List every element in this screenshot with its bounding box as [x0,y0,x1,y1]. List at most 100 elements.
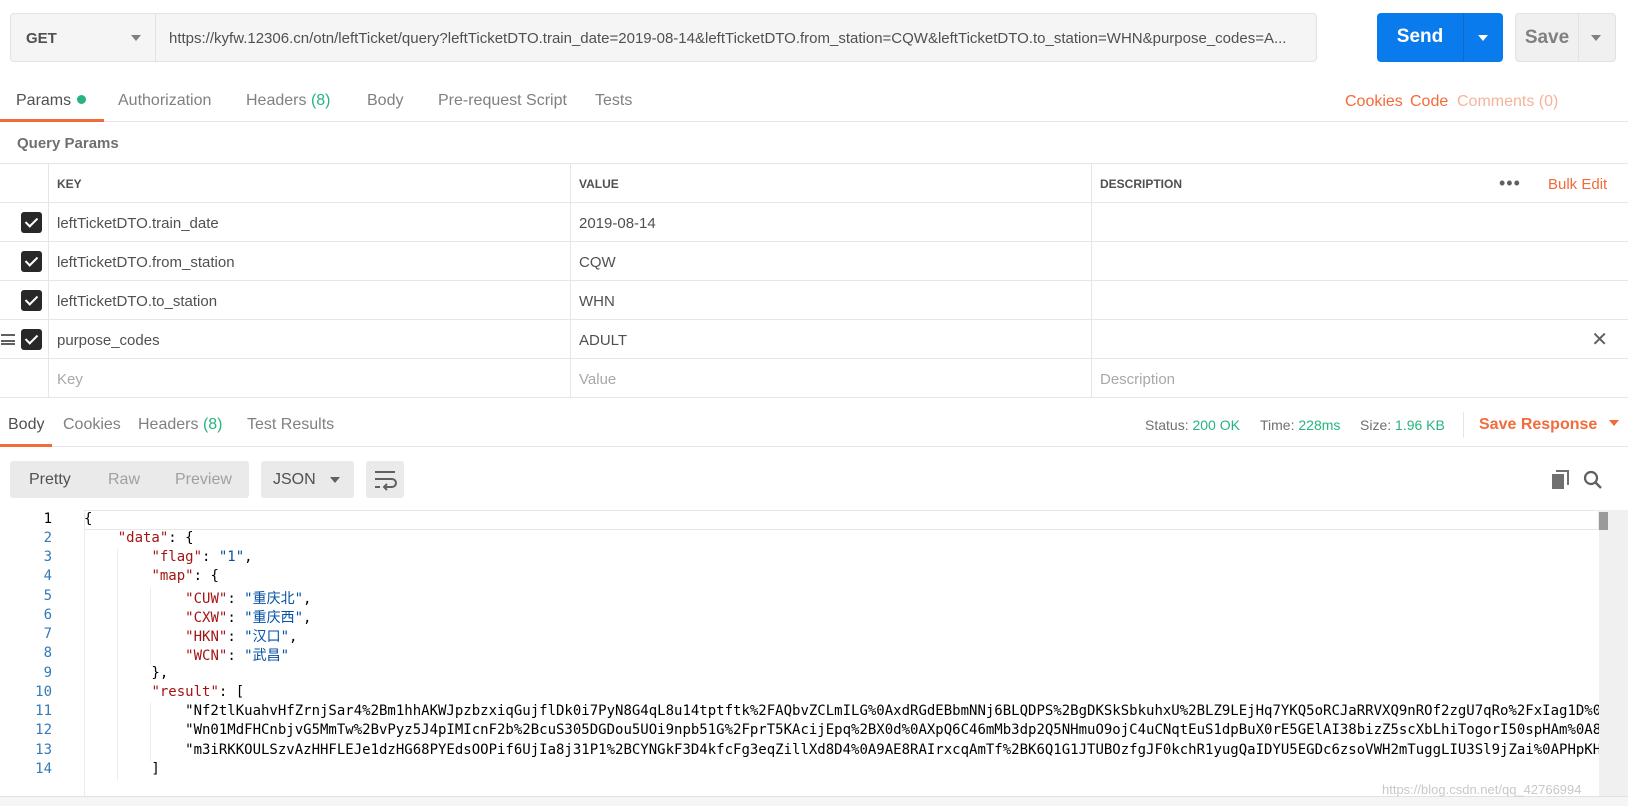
param-checkbox[interactable] [21,212,42,233]
language-label: JSON [273,471,316,488]
param-key[interactable]: leftTicketDTO.from_station [48,242,570,280]
line-number: 10 [35,684,52,700]
request-bar: GET https://kyfw.12306.cn/otn/leftTicket… [10,13,1616,62]
params-header-row: KEY VALUE DESCRIPTION ••• Bulk Edit [0,163,1628,203]
param-value[interactable]: WHN [570,281,1091,319]
save-button[interactable]: Save [1515,13,1616,62]
save-response-label: Save Response [1479,416,1598,433]
editor-scrollbar[interactable] [1599,510,1628,796]
more-options-icon[interactable]: ••• [1499,173,1521,194]
method-select[interactable]: GET [10,13,156,62]
wrap-lines-icon [375,471,397,491]
param-key[interactable]: leftTicketDTO.to_station [48,281,570,319]
code-line: "CUW": "重庆北", [185,591,312,607]
delete-param-icon[interactable]: ✕ [1591,327,1608,352]
meta-divider [1463,412,1464,438]
size-value[interactable]: 1.96 KB [1395,417,1445,433]
status-readout: Status: 200 OK [1145,417,1240,433]
param-checkbox[interactable] [21,290,42,311]
copy-icon[interactable] [1551,470,1569,490]
url-input[interactable]: https://kyfw.12306.cn/otn/leftTicket/que… [155,13,1317,62]
language-select[interactable]: JSON [261,461,354,498]
line-number: 7 [43,626,52,642]
tab-active-indicator [0,119,104,122]
cookies-link[interactable]: Cookies [1345,93,1403,111]
response-tab-body[interactable]: Body [8,416,44,434]
response-tabs: Body Cookies Headers (8) Test Results St… [0,398,1628,447]
code-line: { [84,511,93,527]
param-key[interactable]: purpose_codes [48,320,570,358]
time-value[interactable]: 228ms [1298,417,1340,433]
tab-headers-label: Headers [246,92,307,109]
format-pretty[interactable]: Pretty [29,471,71,489]
param-row: leftTicketDTO.train_date 2019-08-14 [0,203,1628,242]
response-body-editor[interactable]: 1 2 3 4 5 6 7 8 9 10 11 12 13 14 { "data… [0,510,1628,796]
header-description-label: DESCRIPTION [1100,177,1183,191]
code-lines: { "data": { "flag": "1", "map": { "CUW":… [84,510,1600,796]
line-number: 14 [35,761,52,777]
param-description[interactable] [1091,242,1628,280]
save-divider [1578,14,1579,61]
param-value[interactable]: CQW [570,242,1091,280]
param-row: purpose_codes ADULT ✕ [0,320,1628,359]
save-options-chevron-icon[interactable] [1591,35,1601,41]
line-number: 6 [43,607,52,623]
line-number: 1 [43,511,52,527]
format-toggle-group: Pretty Raw Preview [10,461,249,498]
response-tab-headers-label: Headers [138,416,199,433]
params-active-dot [77,95,87,104]
save-label: Save [1524,27,1570,48]
tab-headers[interactable]: Headers (8) [246,92,331,110]
param-description[interactable] [1091,320,1628,358]
param-description[interactable] [1091,281,1628,319]
code-line: }, [84,665,169,681]
response-tab-headers[interactable]: Headers (8) [138,416,223,434]
code-line: "result": [ [151,684,245,700]
wrap-lines-button[interactable] [366,461,404,498]
format-raw[interactable]: Raw [108,471,140,489]
tab-prerequest-script[interactable]: Pre-request Script [438,92,567,110]
tab-tests[interactable]: Tests [595,92,632,110]
send-options-chevron-icon[interactable] [1478,35,1488,41]
method-label: GET [26,30,57,47]
code-link[interactable]: Code [1410,93,1448,111]
code-line: "flag": "1", [151,549,253,565]
line-number: 2 [43,530,52,546]
status-value[interactable]: 200 OK [1192,417,1239,433]
code-line: "data": { [117,530,194,546]
response-tab-test-results[interactable]: Test Results [247,416,334,434]
line-number: 11 [35,703,52,719]
param-description[interactable] [1091,203,1628,241]
param-value[interactable]: ADULT [570,320,1091,358]
search-icon[interactable] [1583,470,1603,490]
new-key-input[interactable]: Key [48,359,570,397]
send-button[interactable]: Send [1377,13,1503,62]
bulk-edit-button[interactable]: Bulk Edit [1548,176,1607,193]
drag-handle-icon[interactable] [1,334,15,345]
response-tab-cookies[interactable]: Cookies [63,416,121,434]
code-line: "CXW": "重庆西", [185,610,312,626]
tab-body[interactable]: Body [367,92,403,110]
editor-scrollbar-thumb[interactable] [1599,512,1608,530]
tab-params-label: Params [16,92,72,109]
comments-link[interactable]: Comments (0) [1457,93,1558,111]
tab-authorization[interactable]: Authorization [118,92,211,110]
code-line: "map": { [151,568,219,584]
format-preview[interactable]: Preview [175,471,232,489]
new-description-input[interactable]: Description [1091,359,1628,397]
chevron-down-icon [1609,420,1620,426]
tab-params[interactable]: Params [16,92,87,110]
line-number: 3 [43,549,52,565]
header-key: KEY [48,164,570,202]
param-checkbox[interactable] [21,251,42,272]
param-checkbox[interactable] [21,329,42,350]
param-key[interactable]: leftTicketDTO.train_date [48,203,570,241]
chevron-down-icon [131,35,141,41]
param-value[interactable]: 2019-08-14 [570,203,1091,241]
save-response-button[interactable]: Save Response [1479,416,1620,434]
size-readout: Size: 1.96 KB [1360,417,1445,433]
size-label: Size: [1360,417,1392,433]
new-value-input[interactable]: Value [570,359,1091,397]
line-number: 9 [43,665,52,681]
code-line: "Wn01MdFHCnbjvG5MmTw%2BvPyz5J4pIMIcnF2b%… [84,722,1600,738]
